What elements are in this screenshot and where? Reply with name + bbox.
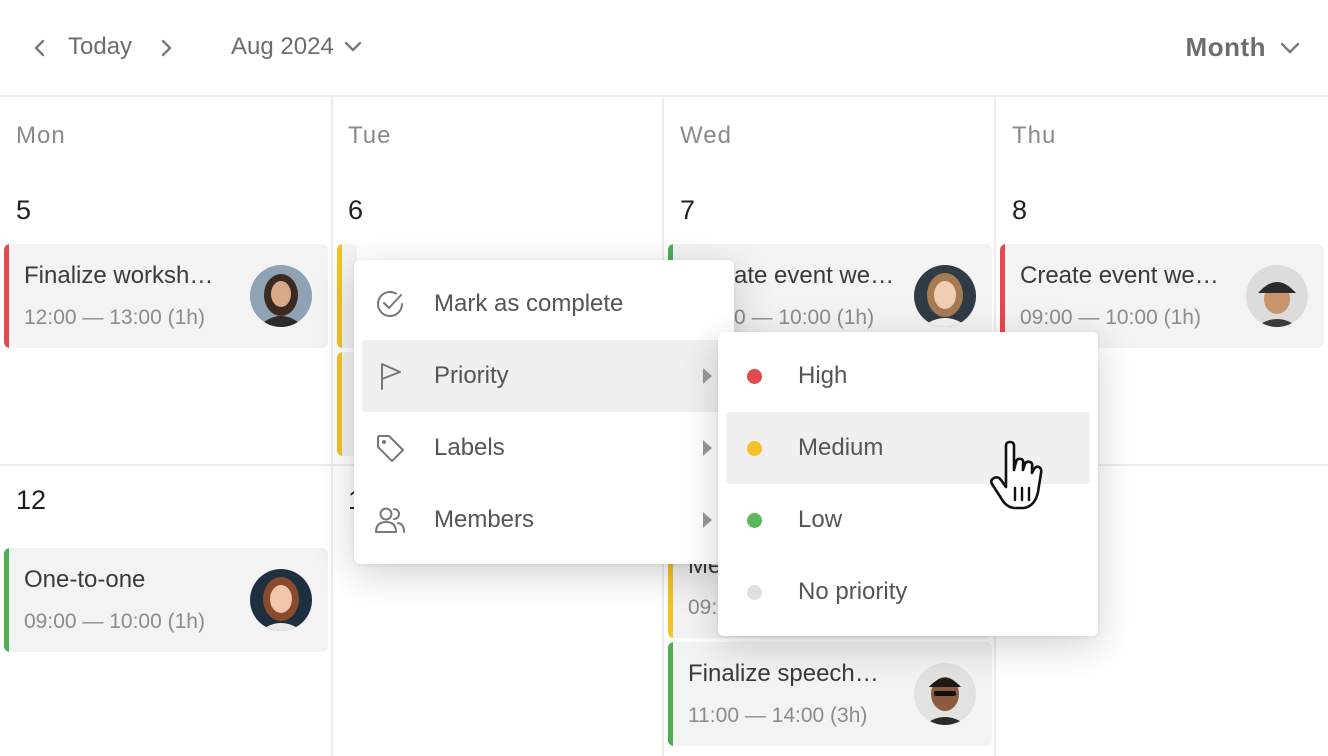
priority-dot-icon — [747, 513, 762, 528]
date-number[interactable]: 5 — [16, 195, 31, 226]
event-card[interactable]: One-to-one 09:00 — 10:00 (1h) — [4, 548, 328, 652]
chevron-down-icon — [344, 41, 361, 52]
avatar — [914, 663, 976, 725]
chevron-down-icon — [1280, 42, 1300, 53]
date-number[interactable]: 12 — [16, 485, 46, 516]
chevron-left-icon — [34, 39, 45, 57]
avatar — [1246, 265, 1308, 327]
event-context-menu: Mark as complete Priority Labels Members — [354, 260, 734, 564]
menu-item-members[interactable]: Members — [362, 484, 726, 556]
priority-option-label: Low — [798, 506, 843, 533]
priority-bar — [668, 642, 673, 746]
chevron-right-icon — [161, 39, 172, 57]
priority-bar — [337, 352, 342, 456]
priority-option-none[interactable]: No priority — [726, 556, 1090, 628]
month-selector[interactable]: Aug 2024 — [231, 33, 362, 61]
prev-month-button[interactable] — [22, 30, 58, 66]
priority-dot-icon — [747, 369, 762, 384]
menu-item-priority[interactable]: Priority — [362, 340, 726, 412]
weekday-header-thu: Thu — [1012, 122, 1057, 149]
view-label: Month — [1185, 32, 1266, 62]
event-card[interactable]: Finalize worksh… 12:00 — 13:00 (1h) — [4, 244, 328, 348]
event-time: 0 — 10:00 (1h) — [734, 306, 875, 329]
menu-item-label: Mark as complete — [434, 290, 624, 317]
priority-submenu: High Medium Low No priority — [718, 332, 1098, 636]
event-time: 09:00 — 10:00 (1h) — [24, 610, 205, 633]
menu-item-label: Priority — [434, 362, 509, 389]
event-title: Finalize worksh… — [24, 262, 214, 289]
menu-item-labels[interactable]: Labels — [362, 412, 726, 484]
view-selector[interactable]: Month — [1186, 32, 1300, 63]
submenu-arrow-icon — [703, 512, 712, 528]
event-card[interactable]: Finalize speech… 11:00 — 14:00 (3h) — [668, 642, 992, 746]
weekday-header-wed: Wed — [680, 122, 732, 149]
avatar — [250, 569, 312, 631]
priority-dot-icon — [747, 585, 762, 600]
event-title: Create event we… — [1020, 262, 1219, 289]
next-month-button[interactable] — [148, 30, 184, 66]
event-title: Finalize speech… — [688, 660, 879, 687]
date-number[interactable]: 7 — [680, 195, 695, 226]
priority-option-medium[interactable]: Medium — [726, 412, 1090, 484]
event-title: ate event we… — [734, 262, 895, 289]
menu-item-mark-complete[interactable]: Mark as complete — [362, 268, 726, 340]
today-button[interactable]: Today — [68, 33, 132, 61]
users-icon — [375, 507, 405, 533]
priority-option-high[interactable]: High — [726, 340, 1090, 412]
avatar — [250, 265, 312, 327]
date-number[interactable]: 8 — [1012, 195, 1027, 226]
event-time: 12:00 — 13:00 (1h) — [24, 306, 205, 329]
event-time: 09: — [688, 596, 718, 619]
tag-icon — [377, 435, 404, 462]
event-time: 09:00 — 10:00 (1h) — [1020, 306, 1201, 329]
priority-option-label: Medium — [798, 434, 884, 461]
menu-item-label: Labels — [434, 434, 505, 461]
event-time: 11:00 — 14:00 (3h) — [688, 704, 868, 727]
priority-bar — [337, 244, 342, 348]
check-circle-icon — [377, 291, 403, 317]
priority-option-label: High — [798, 362, 848, 389]
submenu-arrow-icon — [703, 368, 712, 384]
menu-item-label: Members — [434, 506, 535, 533]
priority-dot-icon — [747, 441, 762, 456]
calendar-toolbar: Today Aug 2024 Month — [0, 0, 1328, 97]
date-number[interactable]: 6 — [348, 195, 363, 226]
submenu-arrow-icon — [703, 440, 712, 456]
priority-bar — [4, 244, 9, 348]
month-label: Aug 2024 — [231, 33, 334, 60]
weekday-header-mon: Mon — [16, 122, 66, 149]
priority-option-low[interactable]: Low — [726, 484, 1090, 556]
priority-bar — [4, 548, 9, 652]
column-divider — [331, 97, 333, 756]
flag-icon — [381, 363, 401, 390]
avatar — [914, 265, 976, 327]
priority-option-label: No priority — [798, 578, 908, 605]
event-title: One-to-one — [24, 566, 146, 593]
weekday-header-tue: Tue — [348, 122, 392, 149]
